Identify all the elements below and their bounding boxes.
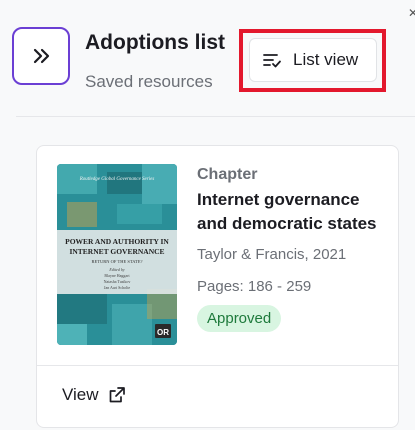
cover-title-line-1: POWER AND AUTHORITY IN [65,237,169,246]
status-badge: Approved [197,305,282,332]
close-icon[interactable]: ✕ [408,6,415,20]
external-link-icon [109,387,125,403]
page-title: Adoptions list [85,31,225,54]
double-chevron-right-icon [33,48,50,64]
view-link[interactable]: View [62,385,126,405]
cover-edited-by: Edited by [108,267,124,272]
list-view-button[interactable]: List view [249,38,377,82]
list-check-icon [263,54,281,68]
cover-editor-1: Blayne Haggart [104,273,130,278]
book-cover-image: Routledge Global Governance Series POWER… [57,164,177,345]
list-view-label: List view [293,50,359,69]
view-label: View [62,385,99,404]
resource-card: Routledge Global Governance Series POWER… [36,145,399,428]
resource-publisher: Taylor & Francis, 2021 [197,246,347,263]
resource-pages: Pages: 186 - 259 [197,278,312,295]
expand-sidebar-button[interactable] [12,27,70,85]
resource-title: Internet governance and democratic state… [197,190,377,233]
resource-type: Chapter [197,166,258,183]
page-subtitle: Saved resources [85,72,213,91]
cover-title-line-2: INTERNET GOVERNANCE [69,247,164,256]
cover-series-text: Routledge Global Governance Series [79,177,155,182]
header-divider [16,116,415,117]
card-divider [37,365,398,366]
cover-subtitle: RETURN OF THE STATE? [92,259,143,264]
cover-logo: OR [157,328,169,337]
cover-editor-2: Natasha Tusikov [104,279,131,284]
cover-editor-3: Jan Aart Scholte [104,285,130,290]
